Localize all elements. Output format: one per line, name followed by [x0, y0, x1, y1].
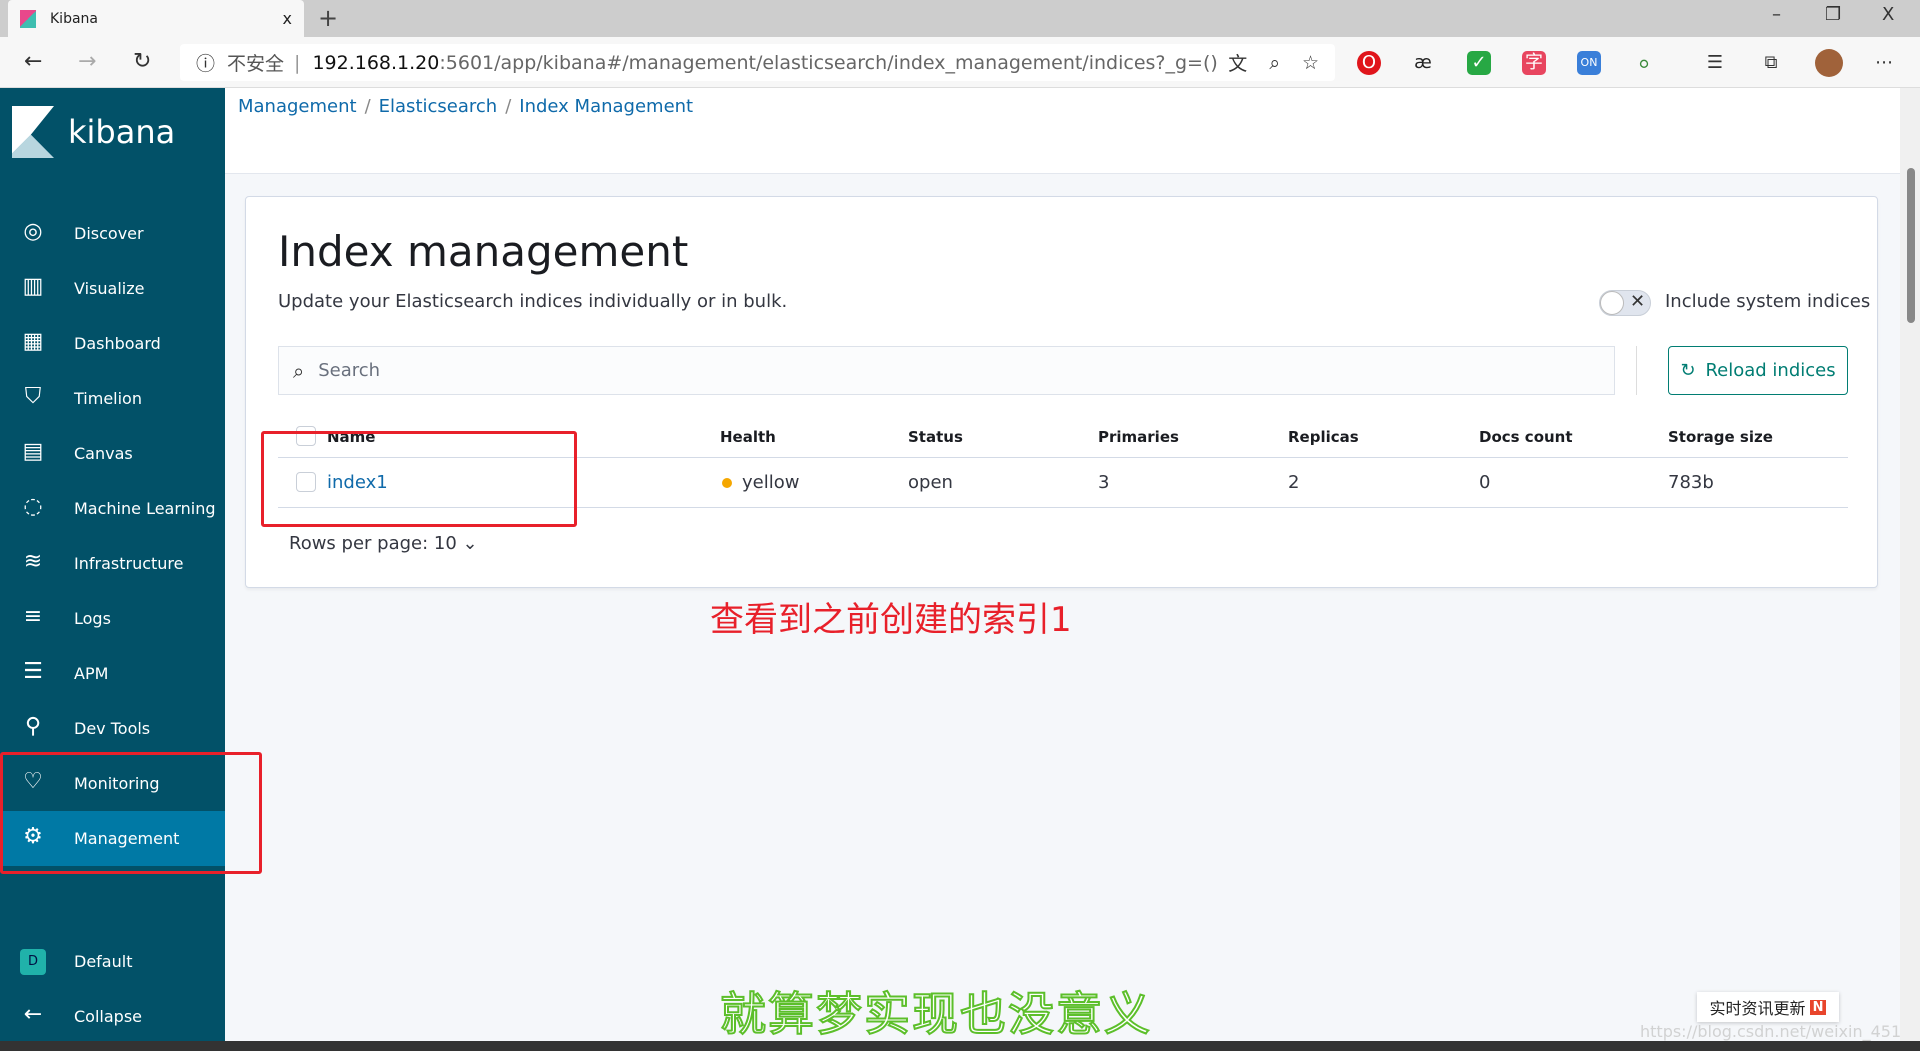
health-cell: yellow [722, 472, 799, 493]
breadcrumb-elasticsearch[interactable]: Elasticsearch [379, 96, 498, 117]
include-system-toggle[interactable]: ✕ [1599, 290, 1651, 316]
index-management-panel: Index management Update your Elasticsear… [245, 196, 1878, 588]
storage-size-cell: 783b [1668, 472, 1714, 493]
x-icon: ✕ [1630, 291, 1646, 312]
avatar[interactable] [1815, 49, 1843, 77]
status-cell: open [908, 472, 953, 493]
space-selector[interactable]: D Default [0, 934, 225, 989]
dashboard-icon: ▦ [22, 328, 44, 354]
column-replicas[interactable]: Replicas [1288, 428, 1359, 446]
sidebar-item-infrastructure[interactable]: ≋ Infrastructure [0, 536, 225, 591]
leaf-icon[interactable]: ߋ [1632, 51, 1656, 75]
kibana-logo[interactable]: kibana [12, 106, 175, 158]
search-input[interactable]: ⌕ Search [278, 346, 1615, 395]
rows-per-page-button[interactable]: Rows per page: 10 ⌄ [289, 533, 478, 554]
breadcrumb: Management / Elasticsearch / Index Managemen… [238, 96, 694, 117]
column-docs-count[interactable]: Docs count [1479, 428, 1573, 446]
info-icon[interactable]: ⓘ [196, 49, 215, 76]
more-icon[interactable]: ⋯ [1872, 51, 1896, 75]
minimize-button[interactable]: – [1772, 4, 1781, 25]
wrench-icon: ⚲ [24, 713, 42, 739]
translate-icon[interactable]: 文 [1228, 49, 1247, 76]
primaries-cell: 3 [1098, 472, 1110, 493]
shield-icon: ⛉ [24, 383, 42, 409]
slogan-overlay: 就算梦实现也没意义 [719, 986, 1152, 1042]
sidebar-item-machine-learning[interactable]: ◌ Machine Learning [0, 481, 225, 536]
refresh-icon[interactable]: ↻ [133, 49, 151, 74]
insecure-label: 不安全 [227, 53, 285, 75]
translate-ext-icon[interactable]: 字 [1522, 51, 1546, 75]
compass-icon: ◎ [23, 218, 43, 244]
sidebar-item-visualize[interactable]: ▥ Visualize [0, 261, 225, 316]
watermark: https://blog.csdn.net/weixin_45191797 [1640, 1022, 1920, 1041]
ae-icon[interactable]: æ [1411, 51, 1435, 75]
sidebar-item-logs[interactable]: ≡ Logs [0, 591, 225, 646]
sidebar-item-canvas[interactable]: ▤ Canvas [0, 426, 225, 481]
new-tab-button[interactable]: + [318, 4, 338, 32]
breadcrumb-index-management[interactable]: Index Management [519, 96, 693, 117]
refresh-icon: ↻ [1680, 360, 1696, 381]
header-area: Management / Elasticsearch / Index Managemen… [225, 88, 1900, 174]
column-primaries[interactable]: Primaries [1098, 428, 1179, 446]
annotation-note: 查看到之前创建的索引1 [710, 600, 1072, 640]
sidebar-item-discover[interactable]: ◎ Discover [0, 206, 225, 261]
sidebar: kibana ◎ Discover ▥ Visualize ▦ Dashboard ⛉ Tim… [0, 88, 225, 1051]
back-icon[interactable]: ← [24, 49, 42, 74]
annotation-box-management [0, 752, 262, 874]
forward-icon[interactable]: → [78, 49, 96, 74]
health-dot-icon [722, 478, 732, 488]
breadcrumb-management[interactable]: Management [238, 96, 357, 117]
restore-button[interactable]: ❐ [1825, 4, 1841, 25]
browser-tab[interactable]: Kibana x [8, 0, 304, 37]
collapse-button[interactable]: ← Collapse [0, 989, 225, 1044]
page-title: Index management [278, 227, 689, 276]
apm-icon: ☰ [23, 658, 43, 684]
chart-icon: ▥ [22, 273, 44, 299]
ml-icon: ◌ [23, 493, 43, 519]
sidebar-item-dev-tools[interactable]: ⚲ Dev Tools [0, 701, 225, 756]
sidebar-item-timelion[interactable]: ⛉ Timelion [0, 371, 225, 426]
logs-icon: ≡ [23, 603, 43, 629]
url-field[interactable]: ⓘ 不安全 | 192.168.1.20:5601/app/kibana#/ma… [180, 44, 1335, 81]
docs-count-cell: 0 [1479, 472, 1491, 493]
canvas-icon: ▤ [22, 438, 44, 464]
zoom-icon[interactable]: ⌕ [1269, 52, 1280, 74]
infra-icon: ≋ [23, 548, 43, 574]
news-popup[interactable]: 实时资讯更新 N [1697, 992, 1839, 1022]
favorites-icon[interactable]: ☰ [1703, 51, 1727, 75]
search-icon: ⌕ [293, 358, 305, 383]
sidebar-item-dashboard[interactable]: ▦ Dashboard [0, 316, 225, 371]
chevron-down-icon: ⌄ [462, 533, 478, 554]
column-status[interactable]: Status [908, 428, 963, 446]
kibana-logo-icon [12, 106, 54, 158]
close-tab-icon[interactable]: x [283, 9, 292, 28]
opera-icon[interactable]: O [1357, 51, 1381, 75]
taskbar-strip [0, 1041, 1920, 1051]
close-window-button[interactable]: X [1882, 4, 1894, 25]
news-badge-icon: N [1809, 999, 1827, 1015]
address-bar-row: ← → ↻ ⓘ 不安全 | 192.168.1.20:5601/app/kiba… [0, 37, 1920, 88]
column-storage-size[interactable]: Storage size [1668, 428, 1773, 446]
annotation-box-index [261, 431, 577, 527]
replicas-cell: 2 [1288, 472, 1300, 493]
include-system-label: Include system indices [1665, 291, 1871, 312]
star-icon[interactable]: ☆ [1302, 52, 1319, 74]
scrollbar-thumb[interactable] [1907, 168, 1915, 323]
url-host: 192.168.1.20 [312, 51, 440, 74]
column-health[interactable]: Health [720, 428, 776, 446]
kibana-favicon-icon [20, 9, 36, 28]
sidebar-item-apm[interactable]: ☰ APM [0, 646, 225, 701]
on-badge-icon[interactable]: ON [1577, 51, 1601, 75]
scrollbar[interactable] [1900, 88, 1920, 1041]
collections-icon[interactable]: ⧉ [1759, 51, 1783, 75]
tab-title: Kibana [50, 10, 98, 27]
space-avatar: D [20, 948, 46, 975]
reload-indices-button[interactable]: ↻ Reload indices [1668, 346, 1848, 395]
arrow-left-icon: ← [23, 1001, 43, 1027]
url-path: :5601/app/kibana#/management/elasticsear… [439, 51, 1218, 74]
divider [1636, 346, 1637, 395]
browser-tab-bar: Kibana x + – ❐ X [0, 0, 1920, 37]
page-subtitle: Update your Elasticsearch indices indivi… [278, 291, 788, 312]
shield-check-icon[interactable]: ✓ [1467, 51, 1491, 75]
